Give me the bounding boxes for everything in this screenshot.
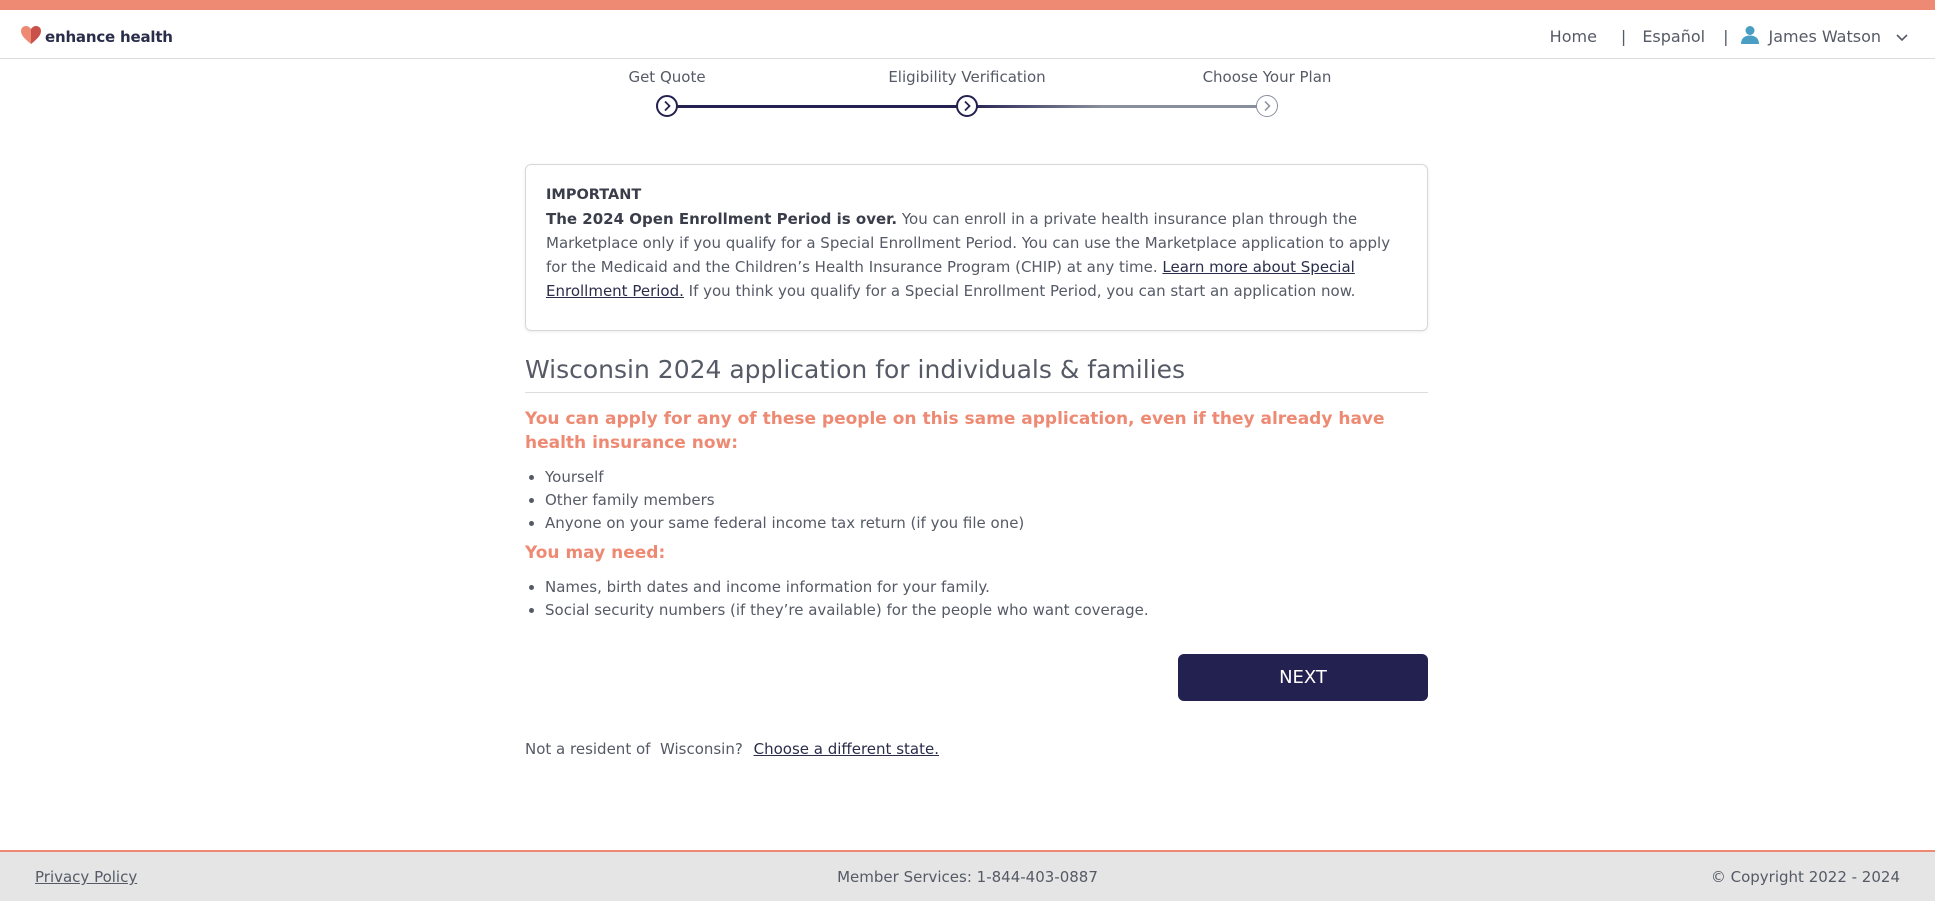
- resident-text: Not a resident of Wisconsin?: [525, 740, 743, 758]
- list-item: Anyone on your same federal income tax r…: [545, 512, 1428, 535]
- nav-separator: |: [1723, 27, 1729, 46]
- step-choose-plan[interactable]: [1256, 95, 1278, 117]
- application-intro: Wisconsin 2024 application for individua…: [525, 355, 1428, 622]
- header-nav: Home | Español | James Watson: [1550, 25, 1909, 48]
- nav-separator: |: [1620, 27, 1627, 46]
- list-item: Other family members: [545, 489, 1428, 512]
- step-label-get-quote: Get Quote: [628, 68, 706, 86]
- chevron-right-icon: [962, 97, 972, 116]
- step-label-eligibility: Eligibility Verification: [888, 68, 1046, 86]
- next-button[interactable]: NEXT: [1178, 654, 1428, 701]
- notice-tail: If you think you qualify for a Special E…: [683, 282, 1356, 300]
- chevron-down-icon: [1895, 27, 1909, 46]
- chevron-right-icon: [662, 97, 672, 116]
- site-header: enhance health Home | Español | James Wa…: [0, 10, 1935, 59]
- page-title: Wisconsin 2024 application for individua…: [525, 355, 1428, 393]
- need-heading: You may need:: [525, 543, 666, 563]
- apply-heading: You can apply for any of these people on…: [525, 409, 1385, 453]
- resident-prompt: Not a resident of Wisconsin? Choose a di…: [525, 740, 939, 758]
- enrollment-notice: IMPORTANT The 2024 Open Enrollment Perio…: [525, 164, 1428, 331]
- list-item: Names, birth dates and income informatio…: [545, 576, 1428, 599]
- brand-logo[interactable]: enhance health: [20, 25, 173, 49]
- notice-heading: IMPORTANT: [546, 187, 642, 203]
- brand-name: enhance health: [45, 28, 173, 46]
- choose-state-link[interactable]: Choose a different state.: [754, 740, 939, 758]
- nav-language-link[interactable]: Español: [1642, 27, 1705, 46]
- need-list: Names, birth dates and income informatio…: [525, 576, 1428, 622]
- step-label-choose-plan: Choose Your Plan: [1202, 68, 1332, 86]
- notice-bold-lead: The 2024 Open Enrollment Period is over.: [546, 210, 898, 228]
- list-item: Yourself: [545, 466, 1428, 489]
- user-icon: [1740, 25, 1760, 48]
- copyright: © Copyright 2022 - 2024: [1710, 868, 1900, 886]
- nav-home-link[interactable]: Home: [1550, 27, 1597, 46]
- top-accent-bar: [0, 0, 1935, 10]
- user-name: James Watson: [1768, 27, 1881, 46]
- notice-body: The 2024 Open Enrollment Period is over.…: [546, 207, 1407, 303]
- chevron-right-icon: [1262, 97, 1272, 116]
- step-get-quote[interactable]: [656, 95, 678, 117]
- member-services: Member Services: 1-844-403-0887: [837, 868, 1098, 886]
- user-menu[interactable]: James Watson: [1740, 25, 1909, 48]
- progress-stepper: Get Quote Eligibility Verification Choos…: [600, 66, 1340, 126]
- step-eligibility[interactable]: [956, 95, 978, 117]
- list-item: Social security numbers (if they’re avai…: [545, 599, 1428, 622]
- site-footer: Privacy Policy Member Services: 1-844-40…: [0, 850, 1935, 901]
- heart-logo-icon: [20, 25, 42, 49]
- apply-list: Yourself Other family members Anyone on …: [525, 466, 1428, 535]
